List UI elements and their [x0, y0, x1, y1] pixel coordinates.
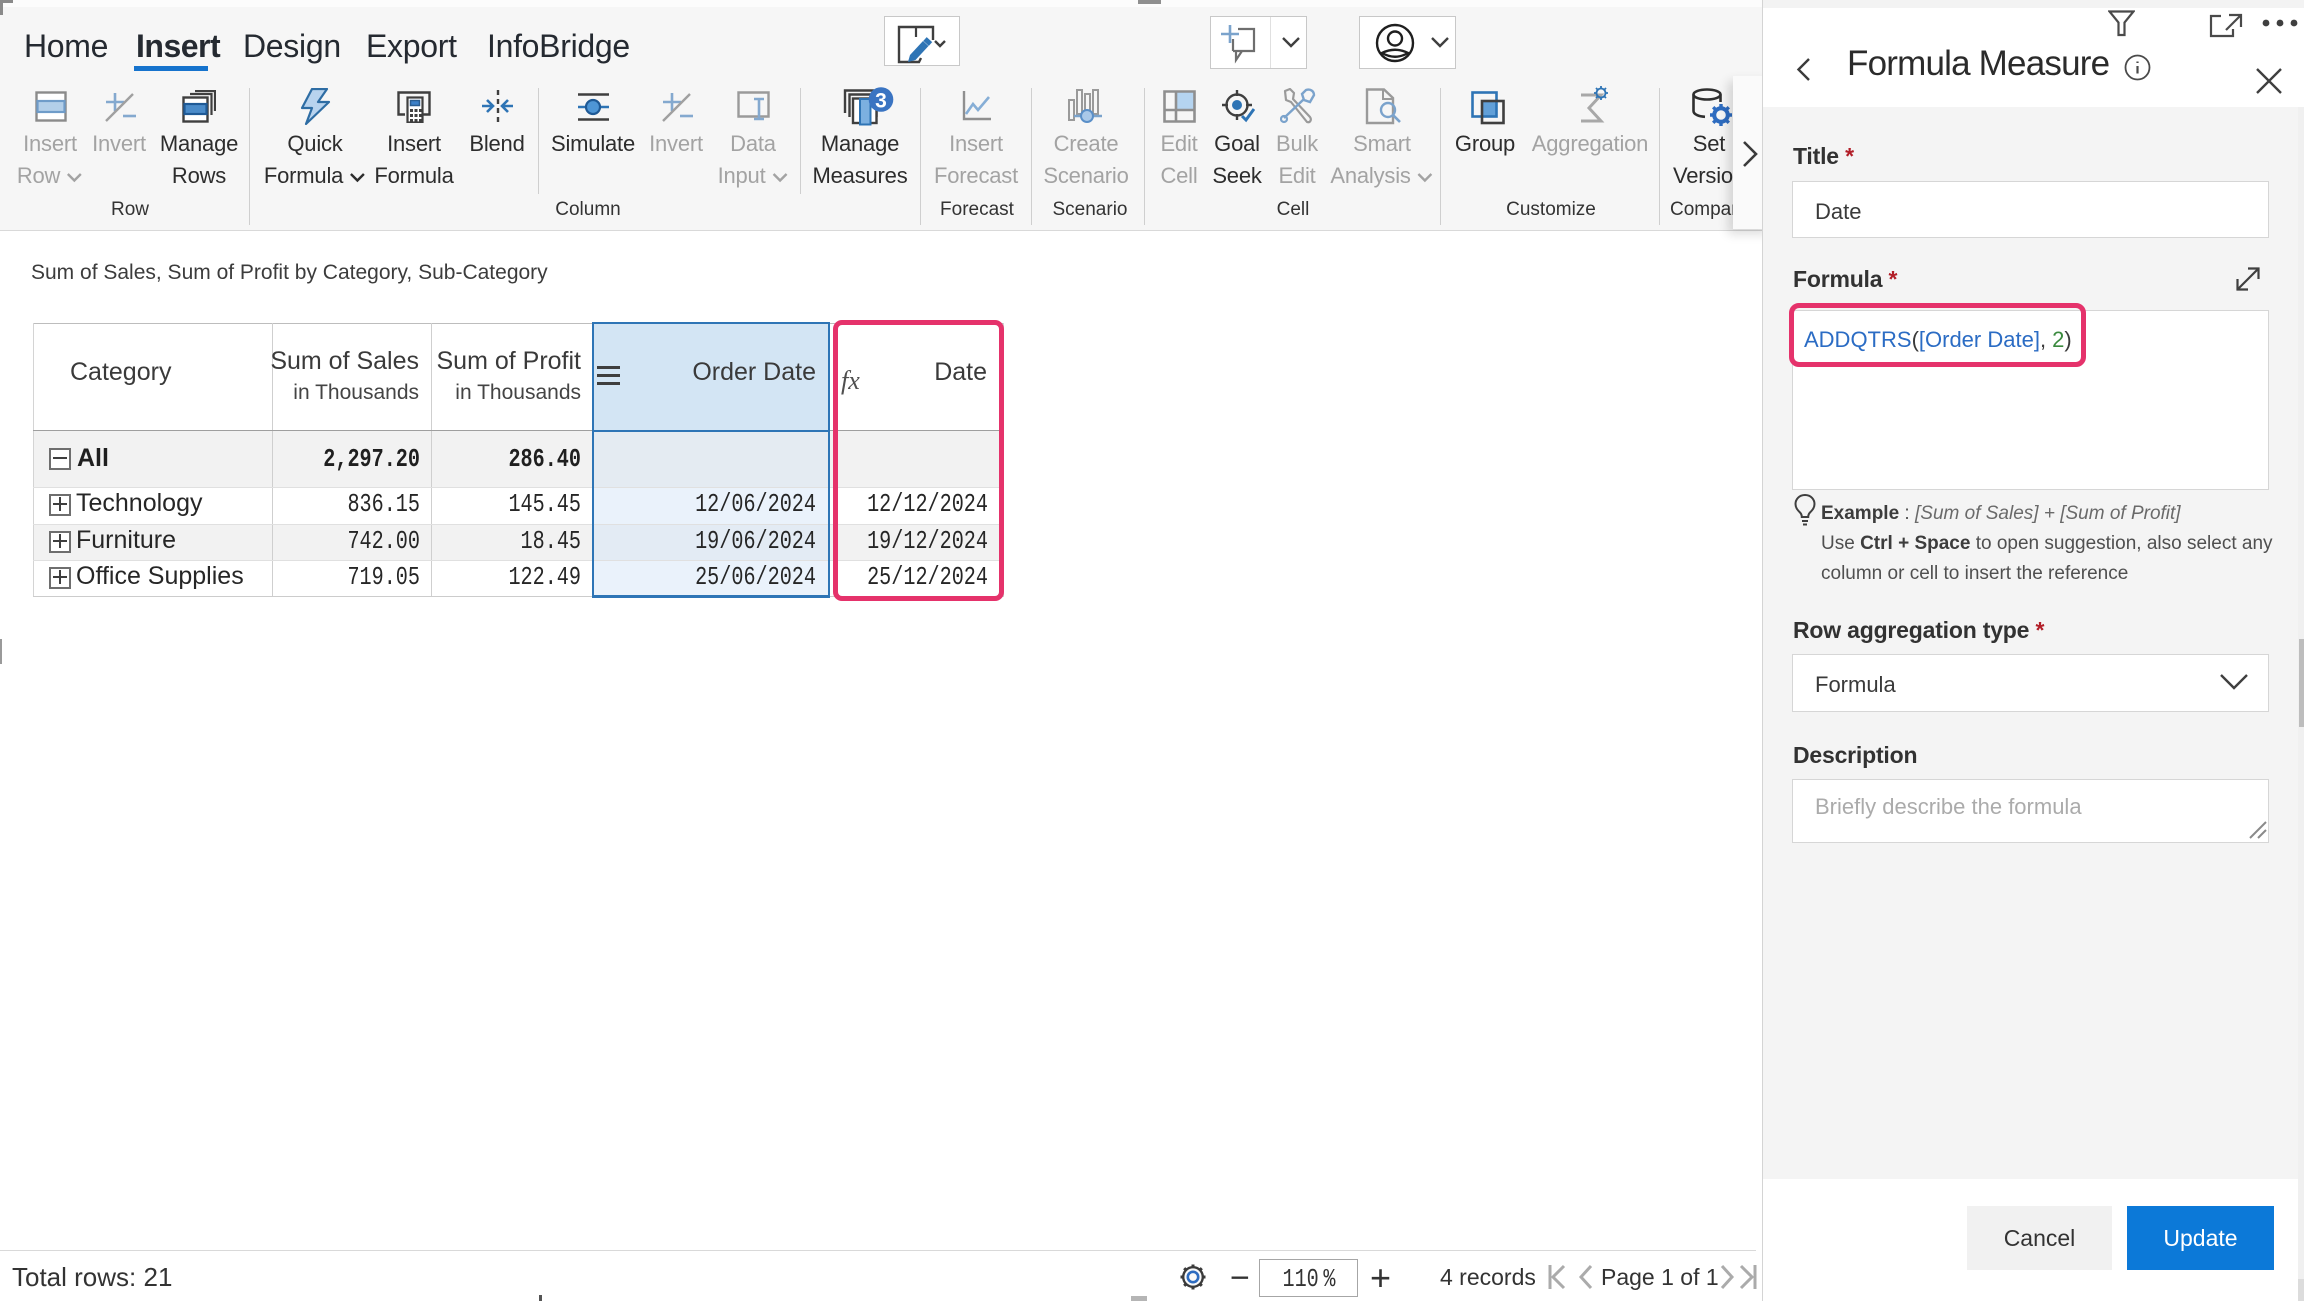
svg-text:3: 3: [875, 90, 887, 113]
